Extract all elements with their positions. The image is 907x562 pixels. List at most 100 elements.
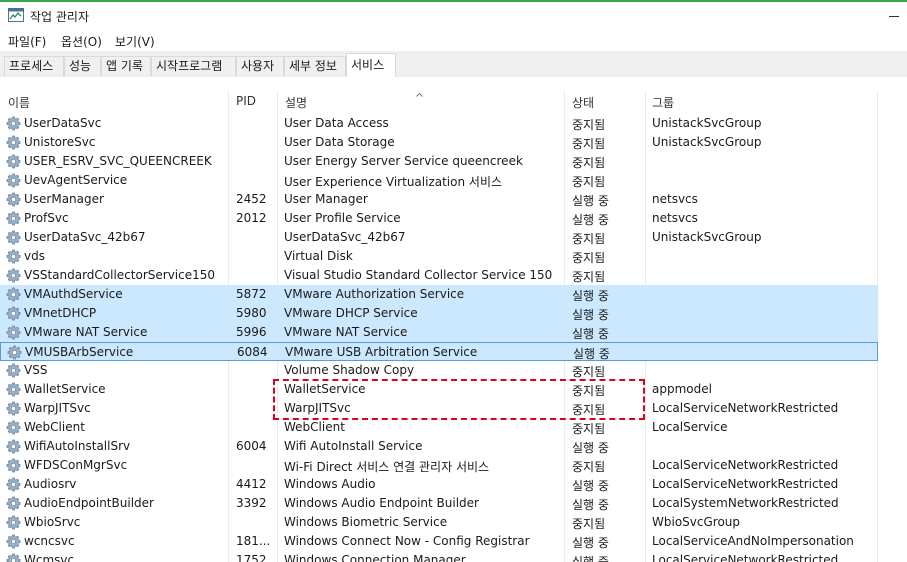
service-description: Windows Audio bbox=[284, 477, 376, 491]
service-description: User Data Storage bbox=[284, 135, 395, 149]
table-row[interactable]: UserDataSvc_42b67 UserDataSvc_42b67 중지됨 Uni… bbox=[0, 228, 878, 247]
service-gear-icon bbox=[7, 345, 22, 360]
table-row[interactable]: VMUSBArbService 6084 VMware USB Arbitratio… bbox=[0, 342, 878, 361]
service-gear-icon bbox=[6, 458, 21, 473]
table-row[interactable]: WebClient WebClient 중지됨 LocalService bbox=[0, 418, 878, 437]
tab-users[interactable]: 사용자 bbox=[236, 56, 284, 76]
service-status: 실행 중 bbox=[572, 194, 609, 208]
service-group: LocalServiceNetworkRestricted bbox=[652, 553, 839, 562]
service-description: VMware NAT Service bbox=[284, 325, 408, 339]
service-gear-icon bbox=[6, 135, 21, 150]
service-group: LocalSystemNetworkRestricted bbox=[652, 496, 839, 510]
column-header-group[interactable]: 그룹 bbox=[652, 94, 674, 111]
service-description: WalletService bbox=[284, 382, 366, 396]
service-pid: 2452 bbox=[236, 192, 267, 206]
service-name: UevAgentService bbox=[24, 173, 128, 187]
service-name: VMAuthdService bbox=[24, 287, 123, 301]
table-row[interactable]: UnistoreSvc User Data Storage 중지됨 UnistackS… bbox=[0, 133, 878, 152]
column-header-status[interactable]: 상태 bbox=[572, 94, 594, 111]
table-row[interactable]: AudioEndpointBuilder 3392 Windows Audio En… bbox=[0, 494, 878, 513]
table-row[interactable]: VMAuthdService 5872 VMware Authorization S… bbox=[0, 285, 878, 304]
service-group: LocalServiceNetworkRestricted bbox=[652, 477, 839, 491]
services-table: 이름 PID 설명 상태 그룹 UserDataSvc User Data Acc… bbox=[0, 77, 907, 562]
service-status: 실행 중 bbox=[573, 347, 610, 361]
table-row[interactable]: VSStandardCollectorService150 Visual Stud… bbox=[0, 266, 878, 285]
table-row[interactable]: WbioSrvc Windows Biometric Service 중지됨 Wbio… bbox=[0, 513, 878, 532]
column-header-pid[interactable]: PID bbox=[236, 94, 256, 108]
window-title: 작업 관리자 bbox=[30, 10, 90, 24]
table-row[interactable]: WalletService WalletService 중지됨 appmodel bbox=[0, 380, 878, 399]
tab-startup[interactable]: 시작프로그램 bbox=[151, 56, 236, 76]
service-name: wcncsvc bbox=[24, 534, 75, 548]
service-name: WifiAutoInstallSrv bbox=[24, 439, 131, 453]
tab-bar: 프로세스 성능 앱 기록 시작프로그램 사용자 세부 정보 서비스 bbox=[0, 51, 907, 78]
task-manager-icon bbox=[8, 8, 24, 22]
service-description: VMware DHCP Service bbox=[284, 306, 418, 320]
service-gear-icon bbox=[6, 173, 21, 188]
service-name: Wcmsvc bbox=[24, 553, 75, 562]
service-group: LocalServiceAndNoImpersonation bbox=[652, 534, 854, 548]
service-gear-icon bbox=[6, 154, 21, 169]
tab-details[interactable]: 세부 정보 bbox=[284, 56, 346, 76]
tab-performance[interactable]: 성능 bbox=[64, 56, 101, 76]
service-gear-icon bbox=[6, 515, 21, 530]
menu-options[interactable]: 옵션(O) bbox=[61, 33, 102, 50]
table-row[interactable]: ProfSvc 2012 User Profile Service 실행 중 netsv… bbox=[0, 209, 878, 228]
service-pid: 6004 bbox=[236, 439, 267, 453]
service-group: appmodel bbox=[652, 382, 712, 396]
service-gear-icon bbox=[6, 553, 21, 562]
column-header-description[interactable]: 설명 bbox=[285, 94, 307, 111]
menu-file[interactable]: 파일(F) bbox=[8, 33, 46, 50]
tab-app-history[interactable]: 앱 기록 bbox=[101, 56, 151, 76]
tab-services[interactable]: 서비스 bbox=[346, 53, 396, 77]
table-row[interactable]: USER_ESRV_SVC_QUEENCREEK User Energy Serv… bbox=[0, 152, 878, 171]
service-gear-icon bbox=[6, 249, 21, 264]
service-name: UserManager bbox=[24, 192, 104, 206]
table-row[interactable]: UevAgentService User Experience Virtualiz… bbox=[0, 171, 878, 190]
menu-view[interactable]: 보기(V) bbox=[115, 33, 155, 50]
service-group: LocalService bbox=[652, 420, 728, 434]
table-row[interactable]: Audiosrv 4412 Windows Audio 실행 중 LocalServic… bbox=[0, 475, 878, 494]
table-row[interactable]: UserManager 2452 User Manager 실행 중 netsvcs bbox=[0, 190, 878, 209]
service-group: netsvcs bbox=[652, 192, 698, 206]
service-status: 중지됨 bbox=[572, 137, 606, 151]
service-name: USER_ESRV_SVC_QUEENCREEK bbox=[24, 154, 212, 168]
table-row[interactable]: Wcmsvc 1752 Windows Connection Manager 실행 중… bbox=[0, 551, 878, 562]
service-group: UnistackSvcGroup bbox=[652, 116, 762, 130]
service-name: WalletService bbox=[24, 382, 106, 396]
service-status: 실행 중 bbox=[572, 555, 609, 562]
service-status: 중지됨 bbox=[572, 270, 606, 284]
column-header-name[interactable]: 이름 bbox=[8, 94, 30, 111]
service-status: 실행 중 bbox=[572, 308, 609, 322]
service-name: WbioSrvc bbox=[24, 515, 81, 529]
service-gear-icon bbox=[6, 496, 21, 511]
table-row[interactable]: WarpJITSvc WarpJITSvc 중지됨 LocalServiceNetwo… bbox=[0, 399, 878, 418]
service-name: ProfSvc bbox=[24, 211, 69, 225]
service-description: Wifi AutoInstall Service bbox=[284, 439, 423, 453]
table-row[interactable]: VMware NAT Service 5996 VMware NAT Service… bbox=[0, 323, 878, 342]
service-description: WebClient bbox=[284, 420, 345, 434]
table-row[interactable]: WFDSConMgrSvc Wi-Fi Direct 서비스 연결 관리자 서비스… bbox=[0, 456, 878, 475]
table-row[interactable]: VSS Volume Shadow Copy 중지됨 bbox=[0, 361, 878, 380]
table-row[interactable]: WifiAutoInstallSrv 6004 Wifi AutoInstall S… bbox=[0, 437, 878, 456]
table-row[interactable]: wcncsvc 181... Windows Connect Now - Confi… bbox=[0, 532, 878, 551]
service-group: netsvcs bbox=[652, 211, 698, 225]
table-row[interactable]: VMnetDHCP 5980 VMware DHCP Service 실행 중 bbox=[0, 304, 878, 323]
service-description: WarpJITSvc bbox=[284, 401, 351, 415]
service-pid: 3392 bbox=[236, 496, 267, 510]
service-group: LocalServiceNetworkRestricted bbox=[652, 401, 839, 415]
sort-ascending-icon bbox=[416, 86, 423, 97]
table-row[interactable]: vds Virtual Disk 중지됨 bbox=[0, 247, 878, 266]
tab-processes[interactable]: 프로세스 bbox=[4, 56, 64, 76]
service-name: VMnetDHCP bbox=[24, 306, 97, 320]
minimize-button[interactable] bbox=[880, 6, 907, 26]
service-name: UserDataSvc_42b67 bbox=[24, 230, 146, 244]
service-status: 실행 중 bbox=[572, 441, 609, 455]
table-row[interactable]: UserDataSvc User Data Access 중지됨 UnistackSv… bbox=[0, 114, 878, 133]
service-name: Audiosrv bbox=[24, 477, 77, 491]
service-description: Wi-Fi Direct 서비스 연결 관리자 서비스 bbox=[284, 460, 490, 474]
service-gear-icon bbox=[6, 287, 21, 302]
service-description: User Experience Virtualization 서비스 bbox=[284, 175, 503, 189]
service-description: User Data Access bbox=[284, 116, 389, 130]
vertical-scrollbar[interactable] bbox=[878, 77, 907, 562]
